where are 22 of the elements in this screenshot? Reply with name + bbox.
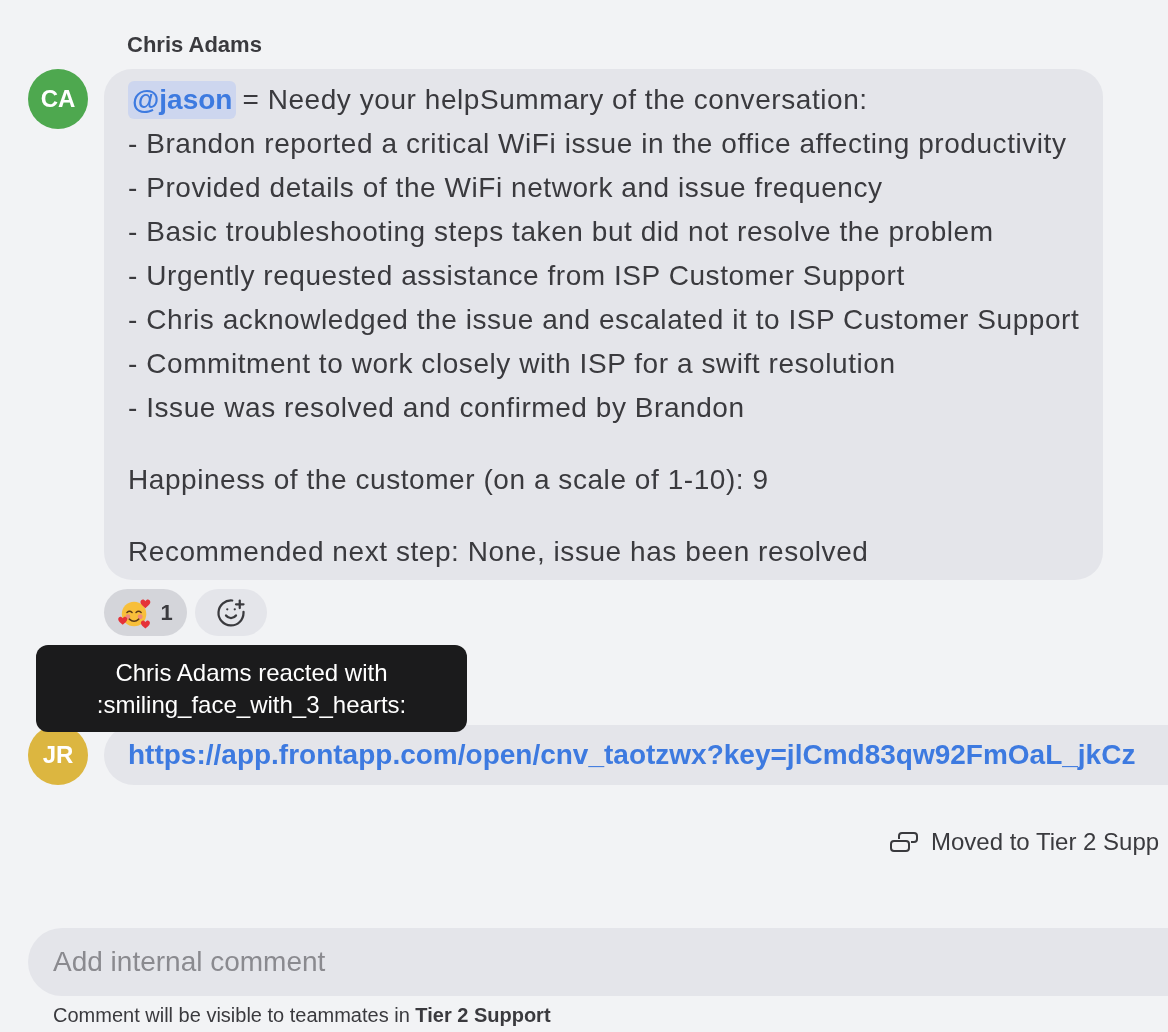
message-line: - Issue was resolved and confirmed by Brandon [128,391,745,425]
message-line: - Chris acknowledged the issue and escalated it to ISP Customer Support [128,303,1080,337]
event-text: Moved to Tier 2 Supp [931,827,1160,857]
message-link[interactable]: https://app.frontapp.com/open/cnv_taotzwx?key=jlCmd83qw92FmOaL_jkCz [128,734,1136,776]
message-line: - Urgently requested assistance from ISP Customer Support [128,259,905,293]
tooltip: Chris Adams reacted with :smiling_face_with_3_hearts: [36,645,467,732]
message-line: - Provided details of the WiFi network and issue frequency [128,171,883,205]
message-line: - Commitment to work closely with ISP for a swift resolution [128,347,896,381]
add-reaction-button[interactable] [195,589,267,636]
mention-chip[interactable]: @jason [128,81,237,119]
message-line: = Needy your helpSummary of the conversation: [242,83,868,117]
message-line: - Brandon reported a critical WiFi issue in the office affecting productivity [128,127,1067,161]
stacked-cards-icon [889,831,919,853]
visibility-note: Comment will be visible to teammates in Tier 2 Support [53,1003,551,1028]
message-paragraph: Happiness of the customer (on a scale of 1-10): 9 [128,463,769,497]
smiley-plus-icon [216,597,246,628]
reaction-button[interactable]: 1 [104,589,187,636]
avatar: CA [28,69,88,129]
message-line: - Basic troubleshooting steps taken but did not resolve the problem [128,215,994,249]
comment-field[interactable]: Add internal comment [28,928,1168,996]
author-name: Chris Adams [127,33,262,57]
message-paragraph: Recommended next step: None, issue has been resolved [128,535,869,569]
